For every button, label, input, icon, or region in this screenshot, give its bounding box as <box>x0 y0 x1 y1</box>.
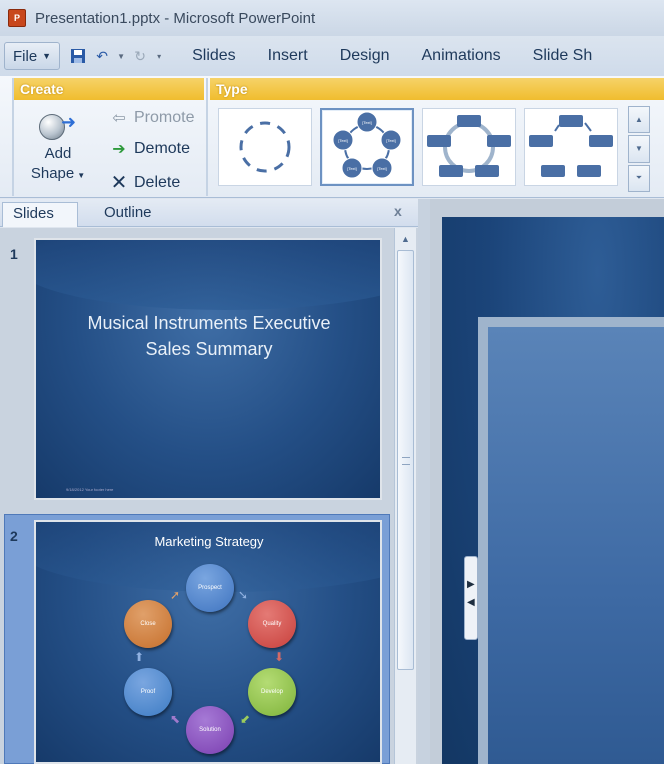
slide-number: 2 <box>10 528 18 544</box>
tab-slide-show[interactable]: Slide Sh <box>517 47 609 65</box>
thumb-text-label: [Text] <box>377 166 387 171</box>
gallery-item-cycle-boxes[interactable] <box>422 108 516 186</box>
pane-splitter[interactable] <box>418 199 430 764</box>
undo-dropdown-icon[interactable]: ▼ <box>116 46 126 66</box>
expand-arrow-icon: ◀ <box>467 597 475 608</box>
tab-slides[interactable]: Slides <box>176 47 252 65</box>
scrollbar-thumb[interactable] <box>397 250 414 670</box>
cycle-arrow-icon: ⬆ <box>134 650 145 664</box>
thumb-text-label: [Text] <box>338 138 348 143</box>
demote-label: Demote <box>134 140 191 157</box>
ribbon-body: Create Type ➜ Add Shape ▼ ⇦ Promote ➔ Dem… <box>0 76 664 258</box>
quick-access-toolbar: ↶ ▼ ↻ ▾ <box>68 46 164 66</box>
cycle-node-close: Close <box>124 600 172 648</box>
title-bar: P Presentation1.pptx - Microsoft PowerPo… <box>0 0 664 36</box>
slides-pane-scrollbar[interactable]: ▲ <box>394 228 416 764</box>
cycle-arrow-icon: ⬇ <box>274 650 285 664</box>
close-icon[interactable]: x <box>394 203 402 219</box>
text-pane-toggle[interactable]: ▶ ◀ <box>464 556 478 640</box>
tab-design[interactable]: Design <box>324 47 406 65</box>
cycle-node-quality: Quality <box>248 600 296 648</box>
promote-arrow-icon: ⇦ <box>112 110 126 127</box>
cycle-arrow-icon: ⬋ <box>240 712 251 726</box>
slide-canvas[interactable] <box>442 217 664 764</box>
chevron-down-icon: ▼ <box>77 171 86 180</box>
promote-button[interactable]: ⇦ Promote <box>108 108 194 128</box>
delete-label: Delete <box>134 173 181 191</box>
slide-thumbnail-1[interactable]: Musical Instruments Executive Sales Summ… <box>34 238 382 500</box>
save-icon[interactable] <box>68 46 88 66</box>
grip-icon <box>402 457 410 465</box>
scroll-up-icon[interactable]: ▲ <box>396 230 415 248</box>
pane-tabs: Slides Outline x <box>0 199 418 227</box>
cycle-node-prospect: Prospect <box>186 564 234 612</box>
slide-2-title: Marketing Strategy <box>154 534 264 549</box>
add-shape-label-2: Shape ▼ <box>30 165 86 182</box>
slide-thumbnail-2[interactable]: Marketing Strategy Prospect Quality Deve… <box>34 520 382 764</box>
thumb-text-label: [Text] <box>386 138 396 143</box>
delete-x-icon: ✕ <box>110 172 128 194</box>
demote-arrow-icon: ➔ <box>112 141 126 158</box>
add-shape-icon: ➜ <box>37 108 79 144</box>
cycle-arrow-icon: ➘ <box>238 588 249 602</box>
gallery-scroll-up-icon[interactable]: ▲ <box>628 106 650 134</box>
gallery-more-icon[interactable]: ⏷ <box>628 164 650 192</box>
thumb-text-label: [Text] <box>362 120 372 125</box>
thumb-text-label: [Text] <box>347 166 357 171</box>
gallery-scroll: ▲ ▼ ⏷ <box>628 106 650 192</box>
redo-icon[interactable]: ↻ <box>130 46 150 66</box>
slide-1-title: Musical Instruments Executive Sales Summ… <box>87 313 331 359</box>
cycle-node-develop: Develop <box>248 668 296 716</box>
create-group-header: Create <box>14 78 204 100</box>
group-separator <box>12 78 14 196</box>
ribbon-tabs: Slides Insert Design Animations Slide Sh <box>176 47 608 65</box>
powerpoint-app-icon[interactable]: P <box>8 9 26 27</box>
file-menu-button[interactable]: File ▼ <box>4 42 61 70</box>
customize-qat-icon[interactable]: ▾ <box>154 46 164 66</box>
file-menu-label: File <box>13 47 38 65</box>
slide-number: 1 <box>10 246 18 262</box>
tab-animations[interactable]: Animations <box>406 47 517 65</box>
slide-1-footer: 9/18/2012 Your footer here <box>66 487 114 492</box>
ribbon-tab-row: File ▼ ↶ ▼ ↻ ▾ Slides Insert Design Anim… <box>0 36 664 76</box>
gallery-item-basic-cycle[interactable] <box>218 108 312 186</box>
type-group-header: Type <box>210 78 664 100</box>
delete-button[interactable]: ✕ Delete <box>108 170 181 195</box>
smartart-frame[interactable] <box>478 317 664 764</box>
gallery-item-cycle-arrows[interactable] <box>524 108 618 186</box>
tab-outline-pane[interactable]: Outline <box>94 202 162 227</box>
tab-slides-pane[interactable]: Slides <box>2 202 78 227</box>
chevron-down-icon: ▼ <box>42 51 52 61</box>
group-separator <box>206 78 208 196</box>
promote-label: Promote <box>134 109 195 126</box>
cycle-node-proof: Proof <box>124 668 172 716</box>
tab-insert[interactable]: Insert <box>252 47 324 65</box>
gallery-scroll-down-icon[interactable]: ▼ <box>628 135 650 163</box>
collapse-arrow-icon: ▶ <box>467 579 475 590</box>
window-title: Presentation1.pptx - Microsoft PowerPoin… <box>35 9 316 27</box>
cycle-arrow-icon: ➚ <box>170 588 181 602</box>
undo-icon[interactable]: ↶ <box>92 46 112 66</box>
cycle-node-solution: Solution <box>186 706 234 754</box>
gallery-item-cycle-circles[interactable]: [Text] [Text] [Text] [Text] [Text] <box>320 108 414 186</box>
smartart-type-gallery: [Text] [Text] [Text] [Text] [Text] <box>218 108 618 188</box>
add-shape-button[interactable]: ➜ Add Shape ▼ <box>22 108 94 186</box>
demote-button[interactable]: ➔ Demote <box>108 139 190 159</box>
add-shape-label: Add <box>44 145 72 162</box>
cycle-arrow-icon: ⬉ <box>170 712 181 726</box>
